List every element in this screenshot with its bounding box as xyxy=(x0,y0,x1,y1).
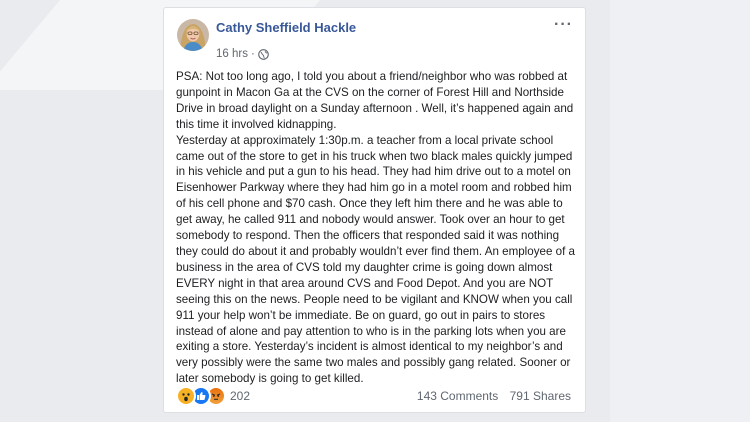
comments-count-link[interactable]: 143 Comments xyxy=(417,389,498,403)
avatar-image xyxy=(177,19,209,51)
meta-separator: · xyxy=(250,48,255,60)
author-avatar[interactable] xyxy=(177,19,209,51)
reaction-count: 202 xyxy=(230,389,251,403)
post-footer: 202 143 Comments 791 Shares xyxy=(176,386,571,406)
post-author-name[interactable]: Cathy Sheffield Hackle xyxy=(216,20,356,35)
background-panel xyxy=(610,0,750,422)
globe-icon[interactable] xyxy=(257,48,269,60)
engagement-stats: 143 Comments 791 Shares xyxy=(417,389,571,403)
post-paragraph: PSA: Not too long ago, I told you about … xyxy=(176,70,574,131)
post-timestamp[interactable]: 16 hrs xyxy=(216,48,248,60)
post-meta: 16 hrs · xyxy=(216,48,269,60)
reactions-summary[interactable]: 202 xyxy=(176,386,250,406)
post-paragraph: Yesterday at approximately 1:30p.m. a te… xyxy=(176,133,575,386)
facebook-post-card: Cathy Sheffield Hackle 16 hrs · ··· PSA:… xyxy=(163,7,586,413)
post-body: PSA: Not too long ago, I told you about … xyxy=(176,69,581,387)
more-options-icon[interactable]: ··· xyxy=(554,16,573,34)
wow-icon xyxy=(176,386,196,406)
shares-count-link[interactable]: 791 Shares xyxy=(510,389,571,403)
